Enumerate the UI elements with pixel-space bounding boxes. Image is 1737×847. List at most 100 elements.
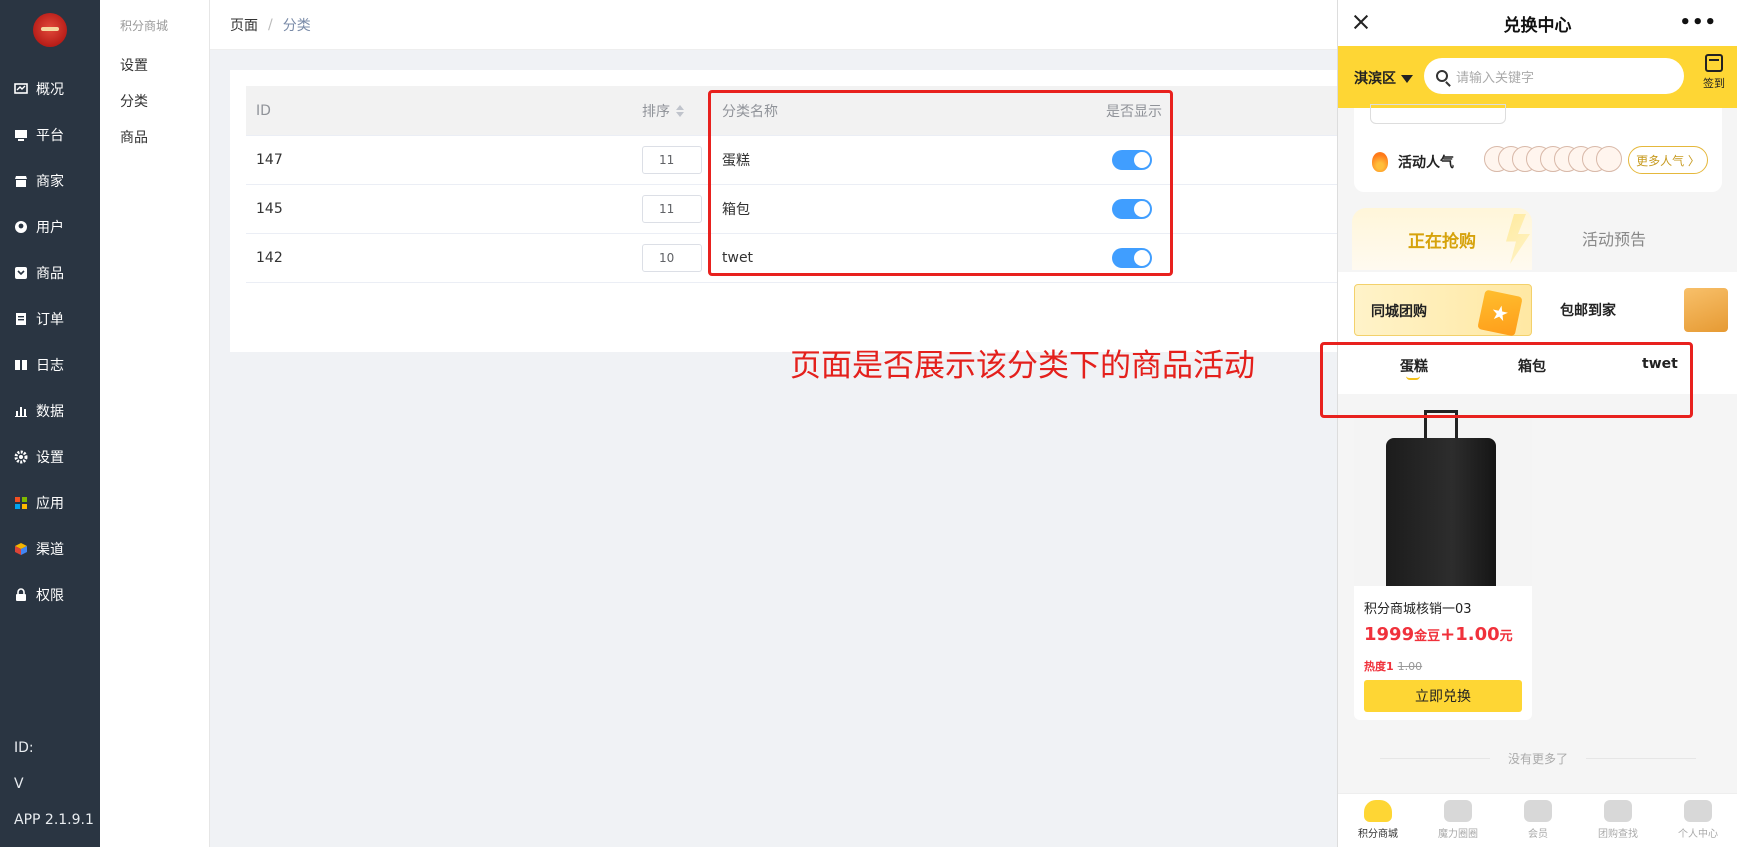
nav-label: 用户 — [36, 220, 64, 236]
home-mall-icon — [1364, 800, 1392, 822]
nav-item-overview[interactable]: 概况 — [0, 66, 100, 112]
sub-tab-group-buy-label: 同城团购 — [1371, 304, 1427, 320]
sub-sidebar: 积分商城 设置 分类 商品 — [100, 0, 210, 847]
nav-footer: ID: V APP 2.1.9.1 — [14, 730, 94, 838]
mobile-preview: 兑换中心 ••• 淇滨区 请输入关键字 签到 活动人气 更多人气 〉 正在抢购 … — [1337, 0, 1737, 847]
tab-flash-sale[interactable]: 正在抢购 — [1352, 208, 1532, 270]
nav-item-order[interactable]: 订单 — [0, 296, 100, 342]
tabbar-label: 魔力圈圈 — [1438, 829, 1478, 840]
close-icon[interactable] — [1352, 13, 1370, 31]
no-more-text: 没有更多了 — [1338, 750, 1737, 767]
cube-icon — [14, 542, 28, 556]
sub-sidebar-header: 积分商城 — [120, 19, 169, 33]
sub-tab-free-shipping[interactable]: 包邮到家 — [1560, 284, 1730, 336]
footer-version: V — [14, 776, 24, 792]
mobile-tabbar: 积分商城 魔力圈圈 会员 团购查找 个人中心 — [1338, 793, 1737, 847]
nav-item-platform[interactable]: 平台 — [0, 112, 100, 158]
brand-logo — [33, 13, 67, 47]
parcel-box-icon — [1684, 288, 1728, 332]
shop-icon — [1444, 800, 1472, 822]
flame-icon — [1372, 152, 1388, 172]
nav-item-apps[interactable]: 应用 — [0, 480, 100, 526]
heat-label: 热度1 — [1364, 660, 1394, 673]
monitor-chart-icon — [14, 82, 28, 96]
nav-label: 订单 — [36, 312, 64, 328]
col-header-sort-label: 排序 — [642, 103, 670, 120]
tabbar-group-search[interactable]: 团购查找 — [1578, 800, 1658, 840]
tabbar-member[interactable]: 会员 — [1498, 800, 1578, 840]
cell-id: 145 — [256, 201, 283, 217]
store-icon — [14, 174, 28, 188]
goods-card[interactable]: 积分商城核销一03 1999金豆+1.00元 热度1 1.00 立即兑换 — [1354, 410, 1532, 720]
nav-label: 设置 — [36, 450, 64, 466]
more-popularity-button[interactable]: 更多人气 〉 — [1628, 146, 1708, 174]
sort-caret-icon[interactable] — [676, 104, 684, 117]
signin-button[interactable]: 签到 — [1699, 54, 1729, 91]
gear-icon — [14, 450, 28, 464]
mobile-search-input[interactable]: 请输入关键字 — [1424, 58, 1684, 94]
nav-item-merchant[interactable]: 商家 — [0, 158, 100, 204]
desktop-icon — [14, 128, 28, 142]
nav-item-channel[interactable]: 渠道 — [0, 526, 100, 572]
breadcrumb-root[interactable]: 页面 — [230, 15, 258, 35]
sort-input[interactable]: 11 — [642, 146, 702, 174]
col-header-id: ID — [256, 102, 271, 119]
breadcrumb-separator: / — [268, 16, 273, 33]
annotation-box-table — [708, 90, 1173, 276]
sort-input[interactable]: 11 — [642, 195, 702, 223]
search-icon — [1436, 70, 1448, 82]
tab-preview[interactable]: 活动预告 — [1582, 226, 1646, 250]
sub-item-category[interactable]: 分类 — [100, 84, 209, 120]
nav-item-user[interactable]: 用户 — [0, 204, 100, 250]
goods-name: 积分商城核销一03 — [1364, 602, 1472, 617]
chat-face-icon — [1684, 800, 1712, 822]
location-selector[interactable]: 淇滨区 — [1354, 68, 1413, 88]
clipped-card-edge — [1370, 104, 1506, 124]
nav-item-data[interactable]: 数据 — [0, 388, 100, 434]
footer-app-version: APP 2.1.9.1 — [14, 812, 94, 828]
order-icon — [14, 312, 28, 326]
goods-image — [1354, 410, 1532, 586]
nav-item-log[interactable]: 日志 — [0, 342, 100, 388]
nav-item-product[interactable]: 商品 — [0, 250, 100, 296]
bar-chart-icon — [14, 404, 28, 418]
cell-sort: 11 — [642, 185, 718, 233]
gear-badge-icon — [1604, 800, 1632, 822]
sub-tab-group-buy[interactable]: 同城团购 — [1354, 284, 1532, 337]
price-cash-unit: 元 — [1499, 629, 1513, 644]
more-dots-icon[interactable]: ••• — [1679, 12, 1717, 33]
main-nav-list: 概况 平台 商家 用户 商品 订单 日志 数据 设置 应用 渠道 权限 — [0, 66, 100, 618]
tabbar-profile[interactable]: 个人中心 — [1658, 800, 1737, 840]
nav-label: 概况 — [36, 82, 64, 98]
annotation-text: 页面是否展示该分类下的商品活动 — [790, 348, 1255, 384]
col-header-sort[interactable]: 排序 — [642, 86, 718, 135]
redeem-button[interactable]: 立即兑换 — [1364, 680, 1522, 712]
popularity-card: 活动人气 更多人气 〉 — [1354, 104, 1722, 192]
nav-label: 应用 — [36, 496, 64, 512]
mobile-search-bar: 淇滨区 请输入关键字 签到 — [1338, 46, 1737, 108]
cell-id: 142 — [256, 250, 283, 266]
mobile-header: 兑换中心 ••• — [1338, 0, 1737, 46]
popularity-label: 活动人气 — [1398, 155, 1454, 171]
tabbar-mall[interactable]: 积分商城 — [1338, 800, 1418, 840]
signin-label: 签到 — [1703, 77, 1725, 90]
mobile-title: 兑换中心 — [1503, 15, 1572, 36]
nav-item-settings[interactable]: 设置 — [0, 434, 100, 480]
lock-icon — [14, 588, 28, 602]
user-icon — [14, 220, 28, 234]
sub-item-goods[interactable]: 商品 — [100, 120, 209, 156]
sort-input[interactable]: 10 — [642, 244, 702, 272]
nav-label: 商品 — [36, 266, 64, 282]
product-icon — [14, 266, 28, 280]
price-cash: +1.00 — [1440, 624, 1500, 645]
tabbar-label: 团购查找 — [1598, 829, 1638, 840]
tabbar-circle[interactable]: 魔力圈圈 — [1418, 800, 1498, 840]
tabbar-label: 会员 — [1528, 829, 1548, 840]
tabbar-label: 个人中心 — [1678, 829, 1718, 840]
activity-tabs: 正在抢购 活动预告 — [1338, 208, 1737, 272]
nav-item-permission[interactable]: 权限 — [0, 572, 100, 618]
avatar — [1596, 146, 1622, 172]
sub-item-settings[interactable]: 设置 — [100, 48, 209, 84]
crown-icon — [1524, 800, 1552, 822]
footer-id: ID: — [14, 740, 34, 756]
